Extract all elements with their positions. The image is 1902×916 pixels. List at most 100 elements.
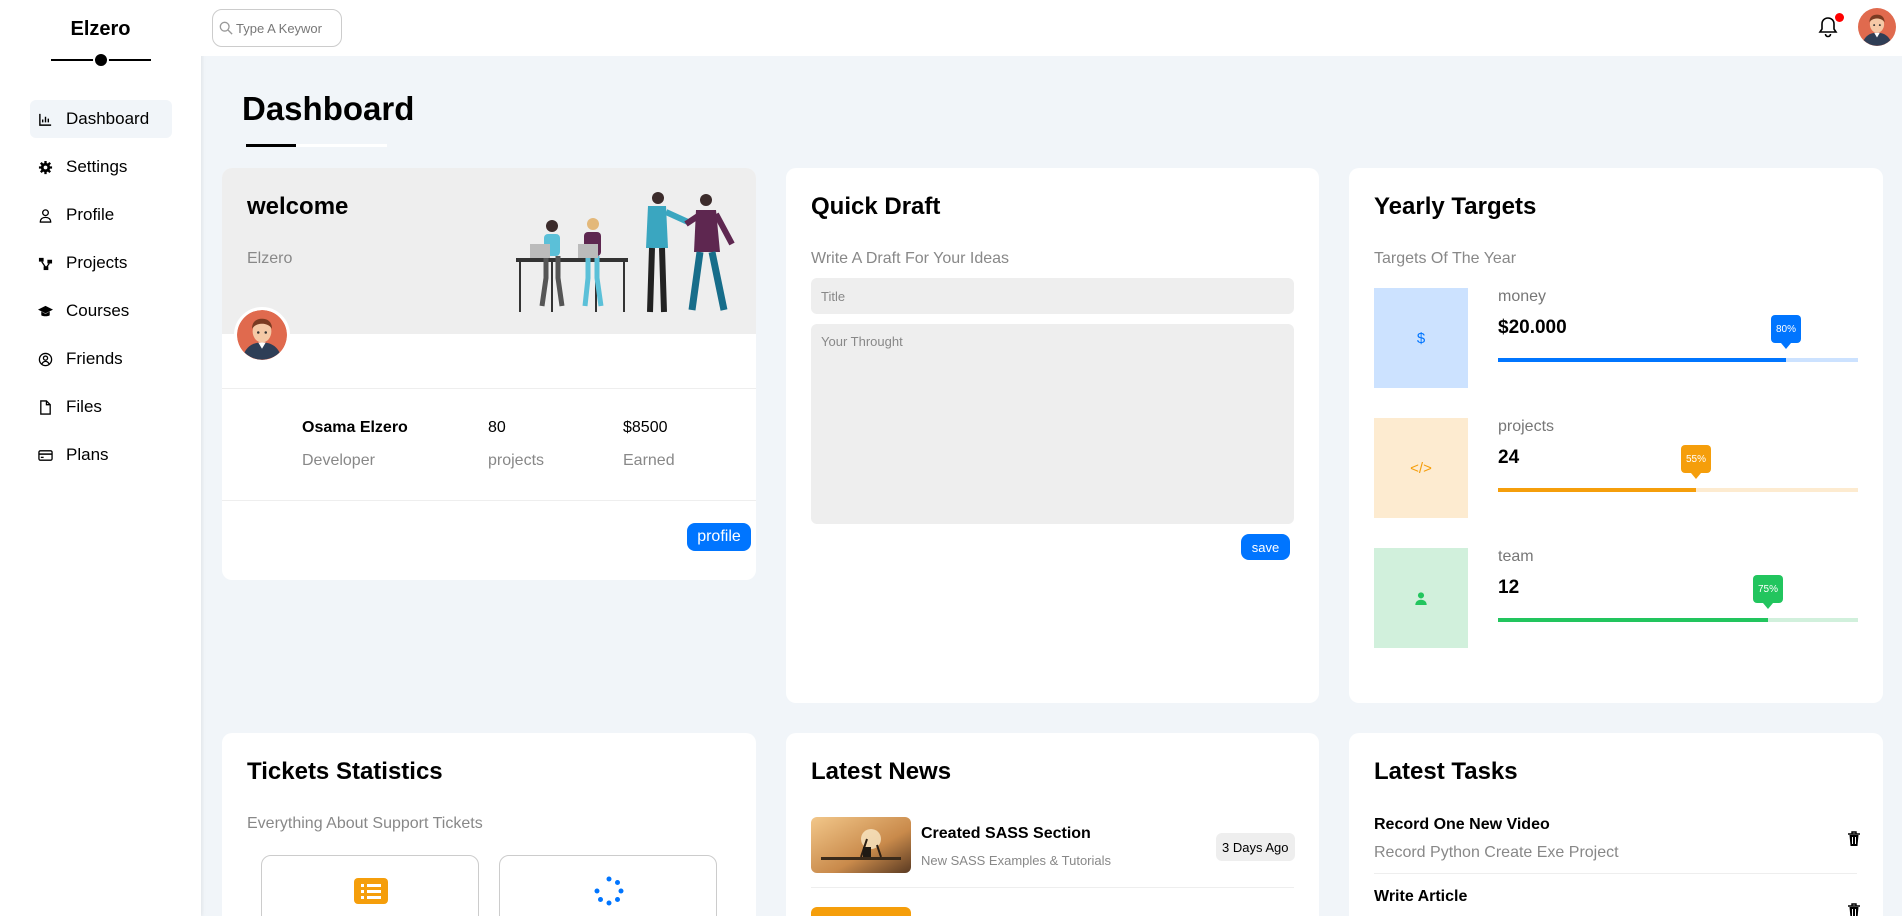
divider bbox=[222, 500, 756, 501]
target-progress-fill bbox=[1498, 488, 1696, 492]
target-projects-box: </> bbox=[1374, 418, 1468, 518]
file-icon bbox=[36, 398, 54, 416]
welcome-card: welcome Elzero Osama Elzero Developer 80… bbox=[222, 168, 756, 580]
latest-news-card: Latest News Created SASS Section New SAS… bbox=[786, 733, 1319, 916]
tickets-subtitle: Everything About Support Tickets bbox=[247, 815, 483, 832]
task-desc: Record Python Create Exe Project bbox=[1374, 844, 1619, 861]
projects-count: 80 bbox=[488, 419, 506, 436]
sidebar-item-label: Settings bbox=[66, 157, 128, 176]
sidebar-item-label: Plans bbox=[66, 445, 109, 464]
sidebar-item-profile[interactable]: Profile bbox=[30, 196, 172, 234]
tickets-title: Tickets Statistics bbox=[247, 758, 443, 785]
graduation-cap-icon bbox=[36, 302, 54, 320]
avatar[interactable] bbox=[1858, 8, 1896, 46]
sidebar-item-projects[interactable]: Projects bbox=[30, 244, 172, 282]
user-role: Developer bbox=[302, 452, 375, 469]
team-illustration bbox=[516, 192, 735, 313]
news-item-title[interactable]: Created SASS Section bbox=[921, 825, 1091, 843]
user-icon bbox=[1415, 592, 1427, 605]
notification-dot bbox=[1835, 13, 1844, 22]
search-icon bbox=[219, 21, 233, 35]
save-button[interactable]: save bbox=[1241, 534, 1290, 560]
target-progress-track bbox=[1498, 358, 1858, 362]
sidebar-item-label: Friends bbox=[66, 349, 123, 368]
quick-draft-card: Quick Draft Write A Draft For Your Ideas… bbox=[786, 168, 1319, 703]
page-title: Dashboard bbox=[242, 90, 415, 127]
sidebar-item-label: Profile bbox=[66, 205, 115, 224]
news-item-desc: New SASS Examples & Tutorials bbox=[921, 853, 1112, 868]
latest-tasks-card: Latest Tasks Record One New Video Record… bbox=[1349, 733, 1883, 916]
tickets-card: Tickets Statistics Everything About Supp… bbox=[222, 733, 756, 916]
target-percent-badge: 80% bbox=[1771, 315, 1801, 349]
topbar bbox=[201, 0, 1902, 56]
sidebar-item-dashboard[interactable]: Dashboard bbox=[30, 100, 172, 138]
spinner-icon bbox=[594, 876, 624, 906]
sidebar-item-plans[interactable]: Plans bbox=[30, 436, 172, 474]
sidebar-item-label: Files bbox=[66, 397, 102, 416]
user-icon bbox=[36, 206, 54, 224]
sidebar-item-files[interactable]: Files bbox=[30, 388, 172, 426]
draft-title: Quick Draft bbox=[811, 193, 941, 220]
dollar-icon: $ bbox=[1416, 329, 1426, 347]
tasks-title: Latest Tasks bbox=[1374, 758, 1518, 785]
sidebar: Elzero Dashboard Settings Profile Projec… bbox=[0, 0, 201, 916]
logo-dot bbox=[93, 52, 109, 68]
target-team-box bbox=[1374, 548, 1468, 648]
search-box[interactable] bbox=[212, 9, 342, 47]
search-input[interactable] bbox=[236, 20, 336, 36]
target-percent-badge: 75% bbox=[1753, 575, 1783, 609]
target-percent-badge: 55% bbox=[1681, 445, 1711, 479]
target-progress-track bbox=[1498, 618, 1858, 622]
target-value: $20.000 bbox=[1498, 317, 1567, 338]
news-thumbnail bbox=[811, 817, 911, 873]
news-title: Latest News bbox=[811, 758, 952, 785]
ticket-stat-box bbox=[261, 855, 479, 916]
gear-icon bbox=[36, 158, 54, 176]
target-progress-track bbox=[1498, 488, 1858, 492]
draft-body-textarea[interactable]: Your Throught bbox=[811, 324, 1294, 524]
trash-icon[interactable] bbox=[1847, 831, 1861, 847]
target-progress-fill bbox=[1498, 358, 1786, 362]
user-name: Osama Elzero bbox=[302, 419, 408, 436]
task-title: Write Article bbox=[1374, 888, 1468, 905]
ticket-stat-box bbox=[499, 855, 717, 916]
logo: Elzero bbox=[70, 18, 131, 40]
divider bbox=[811, 887, 1294, 888]
sidebar-item-label: Dashboard bbox=[66, 109, 150, 128]
target-value: 12 bbox=[1498, 577, 1520, 598]
divider bbox=[222, 388, 756, 389]
user-circle-icon bbox=[36, 350, 54, 368]
welcome-title: welcome bbox=[247, 193, 349, 220]
title-underline bbox=[246, 144, 296, 147]
draft-subtitle: Write A Draft For Your Ideas bbox=[811, 250, 1010, 267]
sidebar-item-label: Projects bbox=[66, 253, 128, 272]
sidebar-item-courses[interactable]: Courses bbox=[30, 292, 172, 330]
welcome-header: welcome Elzero bbox=[222, 168, 756, 334]
trash-icon[interactable] bbox=[1847, 903, 1861, 916]
welcome-subtitle: Elzero bbox=[247, 250, 293, 267]
target-money-box: $ bbox=[1374, 288, 1468, 388]
target-name: projects bbox=[1498, 418, 1555, 435]
target-name: money bbox=[1498, 288, 1547, 305]
earned-label: Earned bbox=[623, 452, 675, 469]
diagram-icon bbox=[36, 254, 54, 272]
earned-value: $8500 bbox=[623, 419, 668, 436]
avatar bbox=[234, 307, 290, 363]
chart-icon bbox=[36, 110, 54, 128]
yearly-targets-card: Yearly Targets Targets Of The Year $ mon… bbox=[1349, 168, 1883, 703]
credit-card-icon bbox=[36, 446, 54, 464]
draft-title-input[interactable]: Title bbox=[811, 278, 1294, 314]
news-thumbnail bbox=[811, 907, 911, 916]
news-item-date: 3 Days Ago bbox=[1216, 833, 1295, 861]
sidebar-item-friends[interactable]: Friends bbox=[30, 340, 172, 378]
profile-button[interactable]: profile bbox=[687, 523, 751, 551]
projects-label: projects bbox=[488, 452, 545, 469]
sidebar-item-label: Courses bbox=[66, 301, 130, 320]
target-progress-fill bbox=[1498, 618, 1768, 622]
targets-subtitle: Targets Of The Year bbox=[1374, 250, 1517, 267]
code-icon: </> bbox=[1410, 459, 1432, 477]
targets-title: Yearly Targets bbox=[1374, 193, 1537, 220]
divider bbox=[1374, 873, 1857, 874]
sidebar-item-settings[interactable]: Settings bbox=[30, 148, 172, 186]
target-value: 24 bbox=[1498, 447, 1520, 468]
